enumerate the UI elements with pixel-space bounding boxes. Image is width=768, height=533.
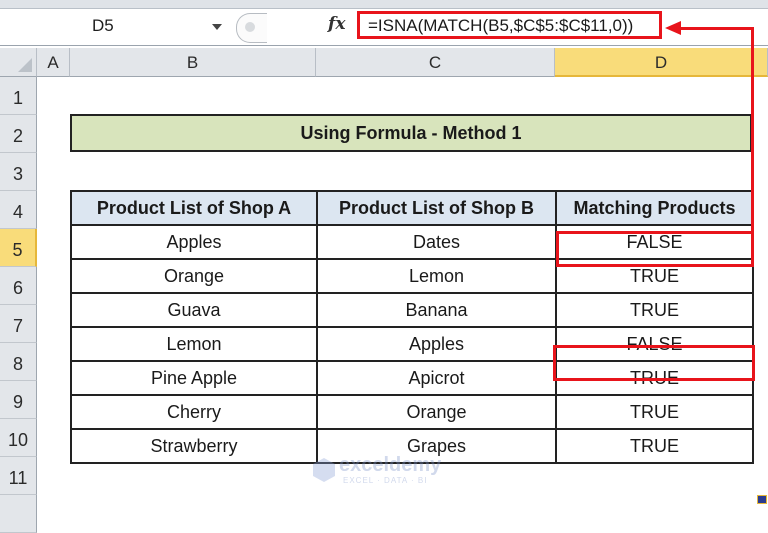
formula-text: =ISNA(MATCH(B5,$C$5:$C$11,0)) [368, 16, 634, 35]
cell-c10[interactable]: Orange [316, 394, 557, 430]
row-header-2[interactable]: 2 [0, 115, 37, 153]
annotation-arrow-horizontal [680, 27, 754, 30]
annotation-arrow-vertical [751, 28, 754, 238]
column-header-d[interactable]: D [555, 48, 768, 77]
table-row: Cherry Orange TRUE [70, 394, 754, 430]
watermark-tagline: EXCEL · DATA · BI [343, 476, 428, 485]
cell-b9[interactable]: Pine Apple [70, 360, 318, 396]
sheet-title-cell[interactable]: Using Formula - Method 1 [70, 114, 752, 152]
cell-c6[interactable]: Lemon [316, 258, 557, 294]
chevron-down-icon[interactable] [212, 24, 222, 30]
cell-b8[interactable]: Lemon [70, 326, 318, 362]
table-row: Strawberry Grapes TRUE [70, 428, 754, 464]
cell-c7[interactable]: Banana [316, 292, 557, 328]
cell-c11[interactable]: Grapes [316, 428, 557, 464]
column-header-a[interactable]: A [37, 48, 70, 77]
cell-c9[interactable]: Apicrot [316, 360, 557, 396]
header-cell-shop-b[interactable]: Product List of Shop B [316, 190, 557, 226]
cell-b6[interactable]: Orange [70, 258, 318, 294]
cell-b7[interactable]: Guava [70, 292, 318, 328]
highlight-box-d5 [556, 231, 754, 267]
select-all-button[interactable] [0, 48, 37, 77]
name-box-value: D5 [92, 16, 114, 35]
row-header-8[interactable]: 8 [0, 343, 37, 381]
handle-dot-icon [245, 22, 255, 32]
cell-c8[interactable]: Apples [316, 326, 557, 362]
row-header-6[interactable]: 6 [0, 267, 37, 305]
table-row: Guava Banana TRUE [70, 292, 754, 328]
highlight-box-d8 [553, 345, 755, 381]
cell-b10[interactable]: Cherry [70, 394, 318, 430]
row-header-11[interactable]: 11 [0, 457, 37, 495]
row-header-1[interactable]: 1 [0, 77, 37, 115]
cell-d7[interactable]: TRUE [555, 292, 754, 328]
select-all-triangle-icon [18, 58, 32, 72]
cell-d11[interactable]: TRUE [555, 428, 754, 464]
insert-function-icon[interactable]: fx [328, 14, 345, 34]
arrow-head-icon [665, 21, 681, 35]
row-header-3[interactable]: 3 [0, 153, 37, 191]
formula-input[interactable]: =ISNA(MATCH(B5,$C$5:$C$11,0)) [357, 11, 662, 39]
row-header-7[interactable]: 7 [0, 305, 37, 343]
cell-c5[interactable]: Dates [316, 224, 557, 260]
header-cell-shop-a[interactable]: Product List of Shop A [70, 190, 318, 226]
row-header-4[interactable]: 4 [0, 191, 37, 229]
row-header-10[interactable]: 10 [0, 419, 37, 457]
cell-b11[interactable]: Strawberry [70, 428, 318, 464]
column-header-b[interactable]: B [70, 48, 316, 77]
formula-bar: D5 fx =ISNA(MATCH(B5,$C$5:$C$11,0)) [0, 9, 768, 46]
ribbon-bottom-edge [0, 0, 768, 9]
row-header-5[interactable]: 5 [0, 229, 37, 267]
row-header-9[interactable]: 9 [0, 381, 37, 419]
row-header-12[interactable] [0, 495, 37, 533]
formula-bar-resize-handle[interactable] [236, 13, 267, 43]
header-cell-matching[interactable]: Matching Products [555, 190, 754, 226]
cell-d10[interactable]: TRUE [555, 394, 754, 430]
column-header-c[interactable]: C [316, 48, 555, 77]
cell-b5[interactable]: Apples [70, 224, 318, 260]
auto-fill-options-icon[interactable] [757, 495, 767, 504]
name-box[interactable]: D5 [0, 9, 232, 45]
table-header-row: Product List of Shop A Product List of S… [70, 190, 754, 226]
